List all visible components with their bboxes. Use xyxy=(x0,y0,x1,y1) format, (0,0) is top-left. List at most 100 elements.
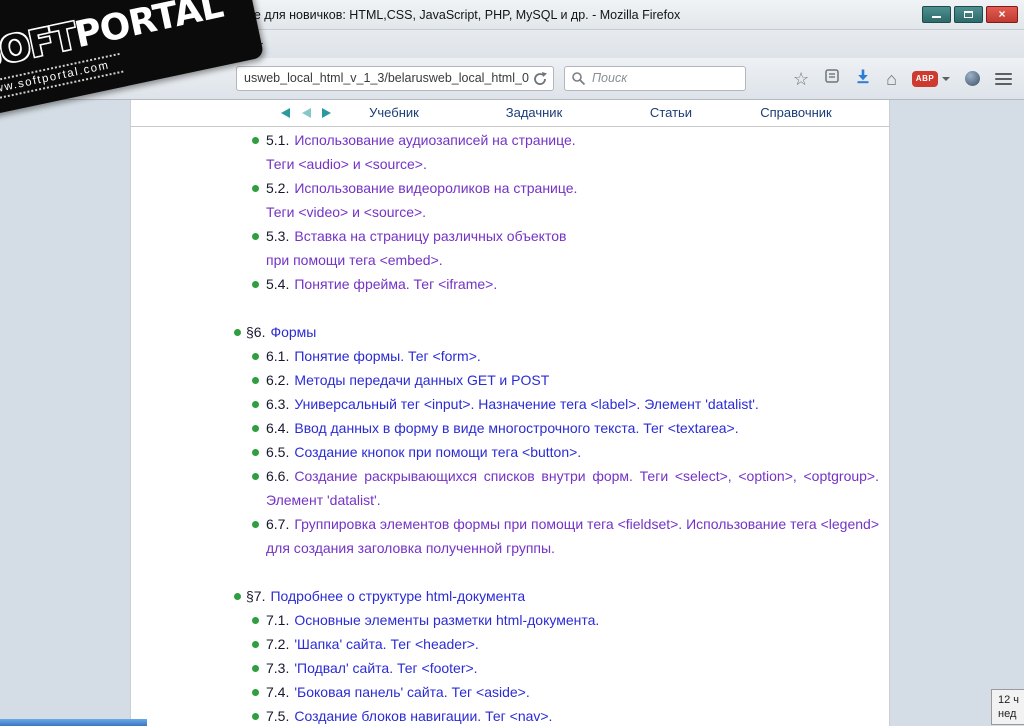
reload-icon[interactable] xyxy=(531,70,549,88)
item-number: 6.7. xyxy=(266,516,290,532)
bullet-icon xyxy=(252,641,259,648)
bullet-icon xyxy=(252,281,259,288)
toc-item: 5.1. Использование аудиозаписей на страни… xyxy=(252,128,879,176)
bullet-icon xyxy=(252,401,259,408)
bullet-icon xyxy=(252,689,259,696)
item-number: 6.4. xyxy=(266,420,290,436)
nav-link-zadachnik[interactable]: Задачник xyxy=(506,100,563,126)
bullet-icon xyxy=(252,353,259,360)
toc-item: 6.7. Группировка элементов формы при помо… xyxy=(252,512,879,560)
item-number: 5.1. xyxy=(266,132,290,148)
content-column: Учебник Задачник Статьи Справочник 5.1. И… xyxy=(130,100,890,726)
nav-prev-icon[interactable] xyxy=(302,108,311,118)
nav-link-spravochnik[interactable]: Справочник xyxy=(760,100,832,126)
bullet-icon xyxy=(252,425,259,432)
item-number: 7.3. xyxy=(266,660,290,676)
chevron-down-icon xyxy=(942,76,950,81)
toc-link[interactable]: 'Боковая панель' сайта. Тег <aside>. xyxy=(294,684,529,700)
toc-link[interactable]: Ввод данных в форму в виде многострочног… xyxy=(294,420,738,436)
toc-item: 6.1. Понятие формы. Тег <form>. xyxy=(252,344,879,368)
home-icon[interactable]: ⌂ xyxy=(886,70,897,88)
nav-link-uchebnik[interactable]: Учебник xyxy=(369,100,419,126)
nav-next-icon[interactable] xyxy=(322,108,331,118)
toc-link[interactable]: Использование видеороликов на странице. … xyxy=(266,180,577,220)
bullet-icon xyxy=(252,473,259,480)
url-bar[interactable]: usweb_local_html_v_1_3/belarusweb_local_… xyxy=(236,66,554,91)
bullet-icon xyxy=(252,665,259,672)
item-number: 6.6. xyxy=(266,468,290,484)
toc-item: 5.3. Вставка на страницу различных объект… xyxy=(252,224,879,272)
toc-link[interactable]: 'Подвал' сайта. Тег <footer>. xyxy=(294,660,477,676)
toc-link[interactable]: Вставка на страницу различных объектов п… xyxy=(266,228,566,268)
toc-link[interactable]: Группировка элементов формы при помощи т… xyxy=(266,516,879,556)
toc-item: 6.4. Ввод данных в форму в виде многостро… xyxy=(252,416,879,440)
maximize-button[interactable] xyxy=(954,6,983,23)
toc-link[interactable]: Подробнее о структуре html-документа xyxy=(270,588,525,604)
toc-item: 6.5. Создание кнопок при помощи тега <but… xyxy=(252,440,879,464)
toc-link[interactable]: Понятие фрейма. Тег <iframe>. xyxy=(294,276,497,292)
clock-tooltip: 12 ч нед xyxy=(991,689,1024,725)
minimize-icon xyxy=(932,16,941,18)
item-number: 7.4. xyxy=(266,684,290,700)
toc-list: 5.1. Использование аудиозаписей на страни… xyxy=(131,127,889,726)
window-controls: × xyxy=(922,6,1018,23)
maximize-icon xyxy=(964,11,973,18)
bookmarks-menu-icon[interactable] xyxy=(824,68,840,89)
search-icon xyxy=(571,71,586,86)
bookmark-star-icon[interactable]: ☆ xyxy=(793,70,809,88)
toc-link[interactable]: Формы xyxy=(270,324,316,340)
bullet-icon xyxy=(234,329,241,336)
item-number: §7. xyxy=(246,588,266,604)
browser-window: ние для новичков: HTML,CSS, JavaScript, … xyxy=(0,0,1024,726)
toc-link[interactable]: Понятие формы. Тег <form>. xyxy=(294,348,480,364)
toc-item: 7.4. 'Боковая панель' сайта. Тег <aside>. xyxy=(252,680,879,704)
toc-item: §7. Подробнее о структуре html-документа xyxy=(234,584,877,608)
page-viewport: Учебник Задачник Статьи Справочник 5.1. И… xyxy=(0,100,1024,726)
item-number: 7.2. xyxy=(266,636,290,652)
nav-link-stati[interactable]: Статьи xyxy=(650,100,692,126)
toc-item: 5.2. Использование видеороликов на страни… xyxy=(252,176,879,224)
bullet-icon xyxy=(252,713,259,720)
toc-item: 7.1. Основные элементы разметки html-доку… xyxy=(252,608,879,632)
toc-link[interactable]: 'Шапка' сайта. Тег <header>. xyxy=(294,636,478,652)
minimize-button[interactable] xyxy=(922,6,951,23)
item-number: 5.4. xyxy=(266,276,290,292)
download-icon[interactable] xyxy=(855,68,871,89)
toc-item: 6.2. Методы передачи данных GET и POST xyxy=(252,368,879,392)
addon-icon[interactable] xyxy=(965,71,980,86)
toc-link[interactable]: Создание кнопок при помощи тега <button>… xyxy=(294,444,581,460)
tooltip-line: 12 ч xyxy=(998,694,1020,706)
toc-link[interactable]: Использование аудиозаписей на странице. … xyxy=(266,132,576,172)
menu-button[interactable] xyxy=(995,72,1012,85)
page-nav: Учебник Задачник Статьи Справочник xyxy=(131,100,889,127)
search-bar[interactable]: Поиск xyxy=(564,66,746,91)
item-number: 6.1. xyxy=(266,348,290,364)
toc-link[interactable]: Универсальный тег <input>. Назначение те… xyxy=(294,396,758,412)
toc-link[interactable]: Создание блоков навигации. Тег <nav>. xyxy=(294,708,552,724)
item-number: 6.3. xyxy=(266,396,290,412)
nav-first-icon[interactable] xyxy=(281,108,290,118)
toc-link[interactable]: Основные элементы разметки html-документ… xyxy=(294,612,599,628)
adblock-button[interactable]: ABP xyxy=(912,70,950,87)
adblock-icon: ABP xyxy=(912,70,938,87)
toc-item: §6. Формы xyxy=(234,320,877,344)
bullet-icon xyxy=(252,617,259,624)
item-number: 5.3. xyxy=(266,228,290,244)
item-number: 6.2. xyxy=(266,372,290,388)
search-placeholder: Поиск xyxy=(592,71,628,85)
bullet-icon xyxy=(252,233,259,240)
item-number: 7.5. xyxy=(266,708,290,724)
toolbar-icons: ☆ ⌂ ABP xyxy=(793,66,1012,91)
bullet-icon xyxy=(252,521,259,528)
toc-link[interactable]: Методы передачи данных GET и POST xyxy=(294,372,549,388)
close-button[interactable]: × xyxy=(986,6,1018,23)
window-title: ние для новичков: HTML,CSS, JavaScript, … xyxy=(240,8,681,22)
toc-item: 7.2. 'Шапка' сайта. Тег <header>. xyxy=(252,632,879,656)
tooltip-line: нед xyxy=(998,708,1017,720)
bullet-icon xyxy=(252,377,259,384)
item-number: 7.1. xyxy=(266,612,290,628)
toc-item: 6.3. Универсальный тег <input>. Назначени… xyxy=(252,392,879,416)
bullet-icon xyxy=(252,449,259,456)
toc-link[interactable]: Создание раскрывающихся списков внутри ф… xyxy=(266,468,879,508)
menu-icon xyxy=(995,72,1012,75)
